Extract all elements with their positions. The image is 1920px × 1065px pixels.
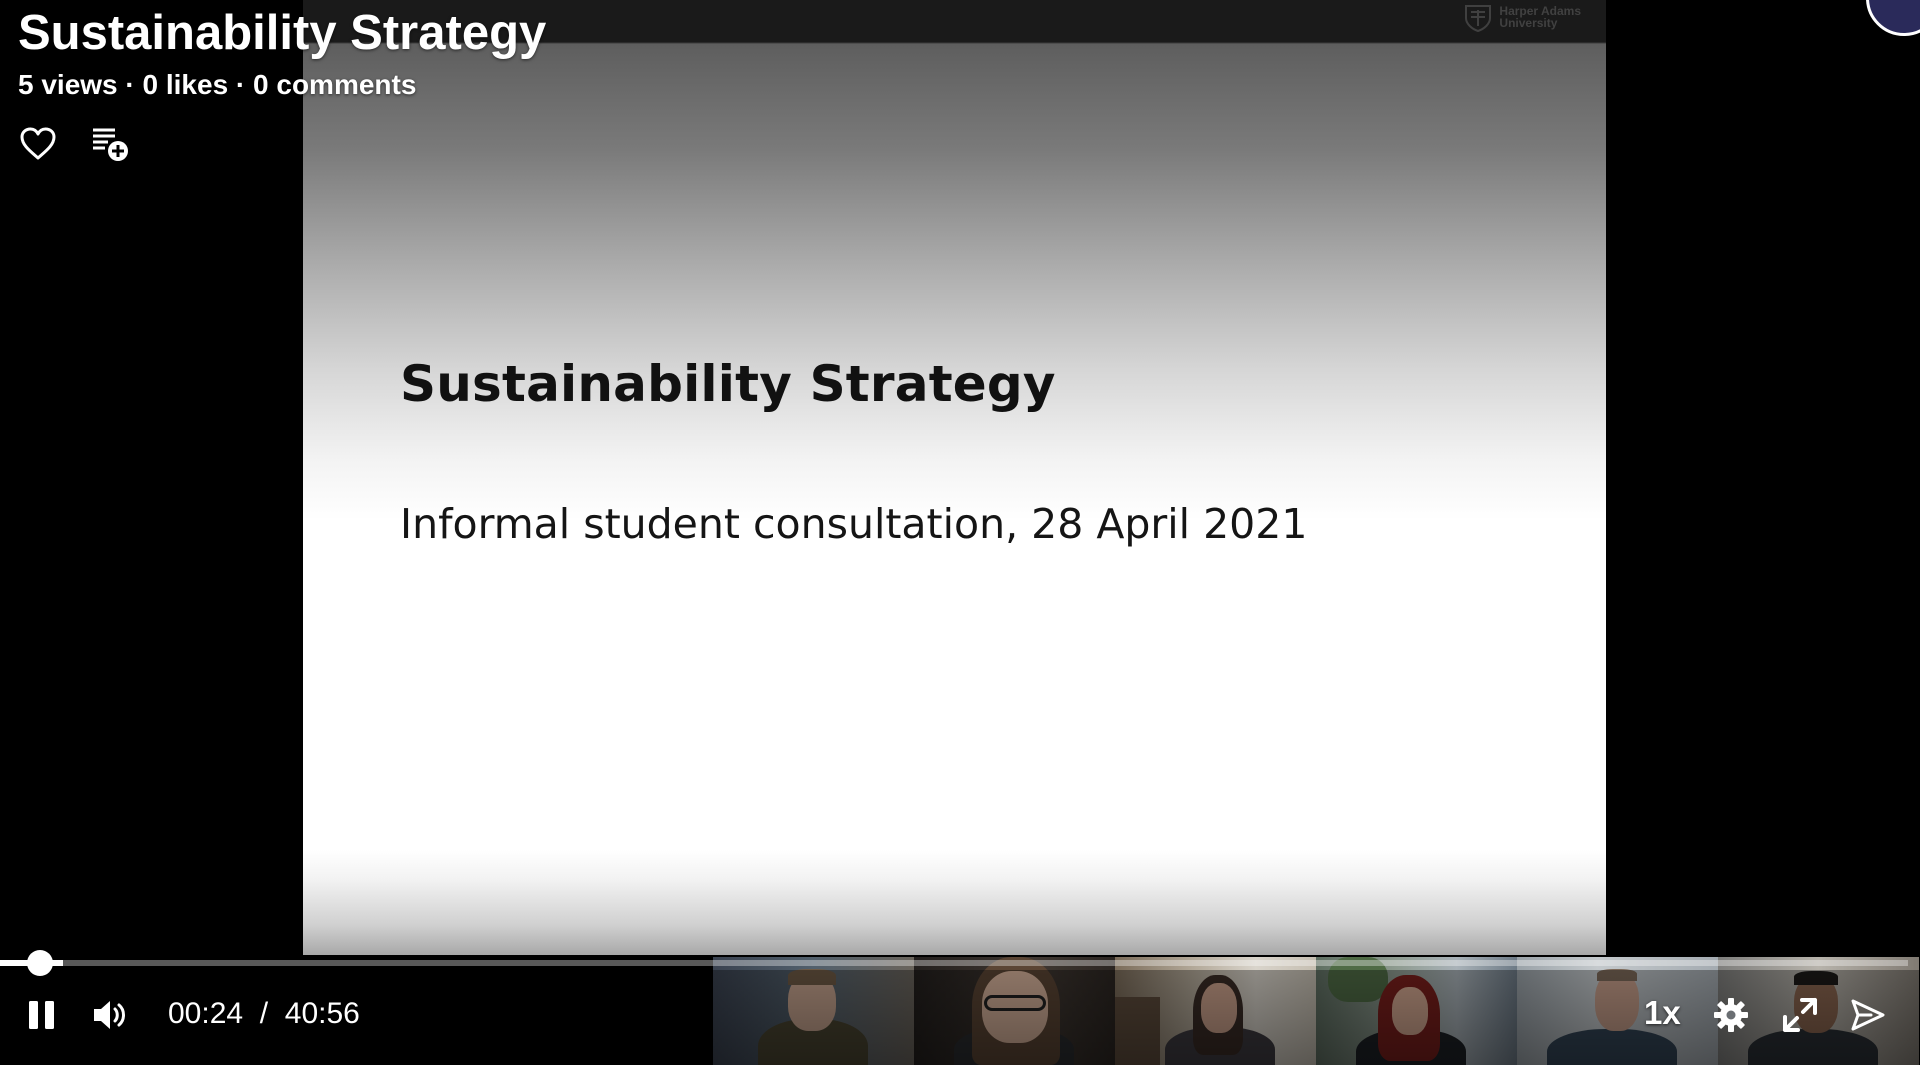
video-actions <box>16 122 132 166</box>
share-icon <box>1851 999 1885 1031</box>
pause-icon <box>29 1001 54 1029</box>
duration: 40:56 <box>284 997 360 1030</box>
seek-track <box>0 960 1908 966</box>
seek-bar[interactable] <box>0 950 1920 976</box>
crest-icon <box>1465 5 1492 32</box>
video-title: Sustainability Strategy <box>18 6 547 60</box>
volume-button[interactable] <box>88 993 132 1037</box>
expand-icon <box>1783 998 1817 1032</box>
video-stats: 5 views · 0 likes · 0 comments <box>18 69 417 100</box>
fullscreen-button[interactable] <box>1778 993 1822 1037</box>
gear-icon <box>1714 998 1748 1032</box>
current-time: 00:24 <box>168 997 244 1030</box>
logo-text-line2: University <box>1499 16 1558 30</box>
seek-handle[interactable] <box>27 950 53 976</box>
add-to-playlist-button[interactable] <box>88 122 132 166</box>
user-avatar[interactable] <box>1866 0 1920 36</box>
video-player[interactable]: Harper Adams University Sustainability S… <box>0 0 1920 1065</box>
heart-icon <box>20 127 56 160</box>
settings-button[interactable] <box>1709 993 1753 1037</box>
add-to-playlist-icon <box>93 128 128 161</box>
video-frame-slide: Harper Adams University Sustainability S… <box>303 0 1606 955</box>
like-button[interactable] <box>16 122 60 166</box>
volume-icon <box>94 1001 125 1029</box>
slide-subtitle: Informal student consultation, 28 April … <box>400 500 1308 548</box>
share-button[interactable] <box>1846 993 1890 1037</box>
pause-button[interactable] <box>20 993 64 1037</box>
time-separator: / <box>259 997 269 1030</box>
time-display: 00:24 / 40:56 <box>168 997 360 1031</box>
slide-title: Sustainability Strategy <box>400 355 1056 413</box>
university-logo: Harper Adams University <box>1463 0 1581 34</box>
playback-speed-button[interactable]: 1x <box>1644 994 1681 1032</box>
